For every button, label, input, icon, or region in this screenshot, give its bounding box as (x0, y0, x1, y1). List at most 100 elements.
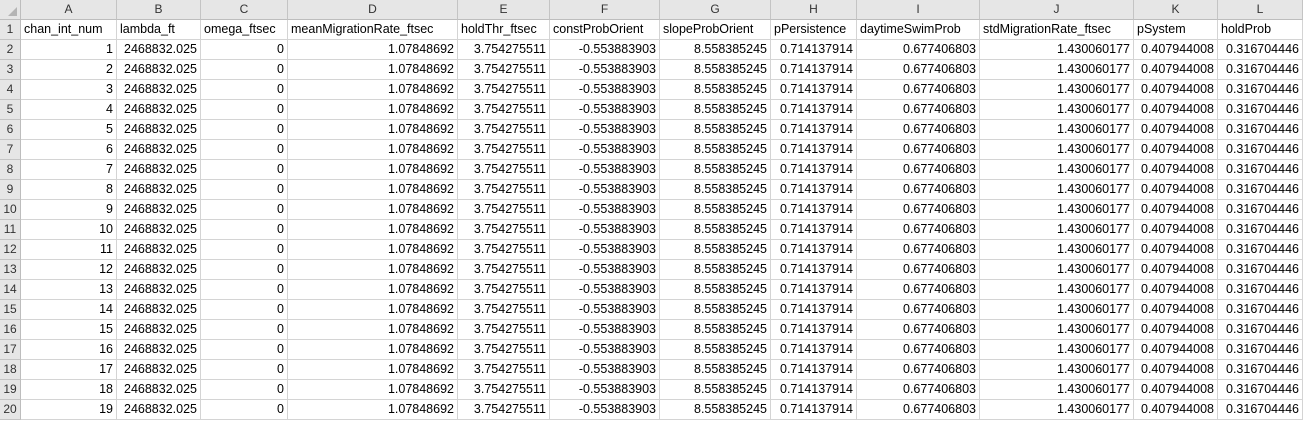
cell-a20[interactable]: 19 (21, 400, 117, 420)
cell-l4[interactable]: 0.316704446 (1218, 80, 1303, 100)
cell-c18[interactable]: 0 (201, 360, 288, 380)
cell-d6[interactable]: 1.07848692 (288, 120, 458, 140)
cell-k10[interactable]: 0.407944008 (1134, 200, 1218, 220)
cell-h19[interactable]: 0.714137914 (771, 380, 857, 400)
header-cell-j[interactable]: stdMigrationRate_ftsec (980, 20, 1134, 40)
cell-f20[interactable]: -0.553883903 (550, 400, 660, 420)
cell-d15[interactable]: 1.07848692 (288, 300, 458, 320)
cell-i8[interactable]: 0.677406803 (857, 160, 980, 180)
cell-l18[interactable]: 0.316704446 (1218, 360, 1303, 380)
cell-a13[interactable]: 12 (21, 260, 117, 280)
cell-h9[interactable]: 0.714137914 (771, 180, 857, 200)
cell-c19[interactable]: 0 (201, 380, 288, 400)
cell-g14[interactable]: 8.558385245 (660, 280, 771, 300)
row-header-1[interactable]: 1 (0, 20, 21, 40)
cell-g18[interactable]: 8.558385245 (660, 360, 771, 380)
row-header-15[interactable]: 15 (0, 300, 21, 320)
select-all-corner[interactable] (0, 0, 21, 20)
cell-e16[interactable]: 3.754275511 (458, 320, 550, 340)
cell-g6[interactable]: 8.558385245 (660, 120, 771, 140)
cell-a9[interactable]: 8 (21, 180, 117, 200)
cell-b9[interactable]: 2468832.025 (117, 180, 201, 200)
cell-g17[interactable]: 8.558385245 (660, 340, 771, 360)
cell-b18[interactable]: 2468832.025 (117, 360, 201, 380)
cell-h16[interactable]: 0.714137914 (771, 320, 857, 340)
cell-a11[interactable]: 10 (21, 220, 117, 240)
cell-k2[interactable]: 0.407944008 (1134, 40, 1218, 60)
cell-l3[interactable]: 0.316704446 (1218, 60, 1303, 80)
cell-j10[interactable]: 1.430060177 (980, 200, 1134, 220)
cell-g11[interactable]: 8.558385245 (660, 220, 771, 240)
cell-a4[interactable]: 3 (21, 80, 117, 100)
column-header-c[interactable]: C (201, 0, 288, 20)
column-header-e[interactable]: E (458, 0, 550, 20)
cell-c10[interactable]: 0 (201, 200, 288, 220)
cell-l8[interactable]: 0.316704446 (1218, 160, 1303, 180)
header-cell-c[interactable]: omega_ftsec (201, 20, 288, 40)
cell-a18[interactable]: 17 (21, 360, 117, 380)
cell-d5[interactable]: 1.07848692 (288, 100, 458, 120)
cell-e7[interactable]: 3.754275511 (458, 140, 550, 160)
row-header-17[interactable]: 17 (0, 340, 21, 360)
row-header-5[interactable]: 5 (0, 100, 21, 120)
cell-f2[interactable]: -0.553883903 (550, 40, 660, 60)
cell-i13[interactable]: 0.677406803 (857, 260, 980, 280)
cell-j9[interactable]: 1.430060177 (980, 180, 1134, 200)
cell-i12[interactable]: 0.677406803 (857, 240, 980, 260)
cell-a8[interactable]: 7 (21, 160, 117, 180)
cell-c4[interactable]: 0 (201, 80, 288, 100)
cell-d18[interactable]: 1.07848692 (288, 360, 458, 380)
cell-i3[interactable]: 0.677406803 (857, 60, 980, 80)
cell-i6[interactable]: 0.677406803 (857, 120, 980, 140)
cell-c2[interactable]: 0 (201, 40, 288, 60)
cell-k14[interactable]: 0.407944008 (1134, 280, 1218, 300)
cell-g10[interactable]: 8.558385245 (660, 200, 771, 220)
cell-e13[interactable]: 3.754275511 (458, 260, 550, 280)
cell-c11[interactable]: 0 (201, 220, 288, 240)
cell-j15[interactable]: 1.430060177 (980, 300, 1134, 320)
cell-k9[interactable]: 0.407944008 (1134, 180, 1218, 200)
cell-h13[interactable]: 0.714137914 (771, 260, 857, 280)
cell-c6[interactable]: 0 (201, 120, 288, 140)
cell-d13[interactable]: 1.07848692 (288, 260, 458, 280)
cell-f6[interactable]: -0.553883903 (550, 120, 660, 140)
cell-k17[interactable]: 0.407944008 (1134, 340, 1218, 360)
row-header-18[interactable]: 18 (0, 360, 21, 380)
cell-k11[interactable]: 0.407944008 (1134, 220, 1218, 240)
cell-e11[interactable]: 3.754275511 (458, 220, 550, 240)
cell-g16[interactable]: 8.558385245 (660, 320, 771, 340)
column-header-d[interactable]: D (288, 0, 458, 20)
row-header-4[interactable]: 4 (0, 80, 21, 100)
cell-g7[interactable]: 8.558385245 (660, 140, 771, 160)
cell-d8[interactable]: 1.07848692 (288, 160, 458, 180)
row-header-20[interactable]: 20 (0, 400, 21, 420)
column-header-a[interactable]: A (21, 0, 117, 20)
column-header-l[interactable]: L (1218, 0, 1303, 20)
cell-j14[interactable]: 1.430060177 (980, 280, 1134, 300)
cell-d4[interactable]: 1.07848692 (288, 80, 458, 100)
header-cell-a[interactable]: chan_int_num (21, 20, 117, 40)
cell-j2[interactable]: 1.430060177 (980, 40, 1134, 60)
cell-e17[interactable]: 3.754275511 (458, 340, 550, 360)
cell-b2[interactable]: 2468832.025 (117, 40, 201, 60)
cell-d12[interactable]: 1.07848692 (288, 240, 458, 260)
cell-c17[interactable]: 0 (201, 340, 288, 360)
cell-g13[interactable]: 8.558385245 (660, 260, 771, 280)
cell-l17[interactable]: 0.316704446 (1218, 340, 1303, 360)
cell-e19[interactable]: 3.754275511 (458, 380, 550, 400)
column-header-j[interactable]: J (980, 0, 1134, 20)
cell-e5[interactable]: 3.754275511 (458, 100, 550, 120)
cell-l2[interactable]: 0.316704446 (1218, 40, 1303, 60)
cell-c13[interactable]: 0 (201, 260, 288, 280)
header-cell-k[interactable]: pSystem (1134, 20, 1218, 40)
cell-k3[interactable]: 0.407944008 (1134, 60, 1218, 80)
cell-h20[interactable]: 0.714137914 (771, 400, 857, 420)
cell-k19[interactable]: 0.407944008 (1134, 380, 1218, 400)
cell-h17[interactable]: 0.714137914 (771, 340, 857, 360)
cell-j19[interactable]: 1.430060177 (980, 380, 1134, 400)
cell-g19[interactable]: 8.558385245 (660, 380, 771, 400)
cell-i11[interactable]: 0.677406803 (857, 220, 980, 240)
cell-d17[interactable]: 1.07848692 (288, 340, 458, 360)
cell-f11[interactable]: -0.553883903 (550, 220, 660, 240)
cell-d9[interactable]: 1.07848692 (288, 180, 458, 200)
